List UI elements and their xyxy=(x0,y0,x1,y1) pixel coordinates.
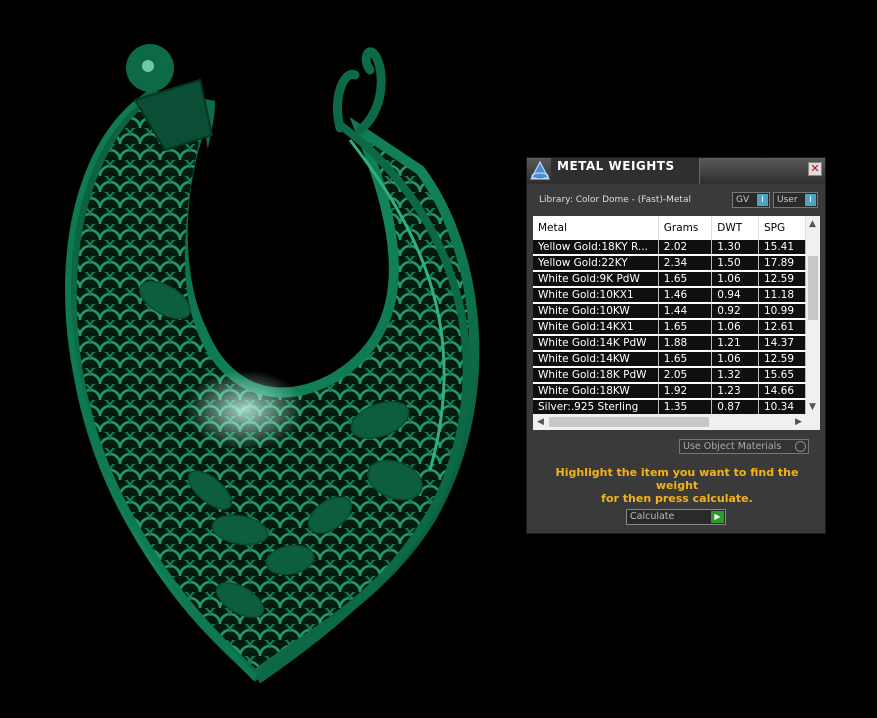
panel-title: METAL WEIGHTS xyxy=(557,159,675,173)
panel-titlebar[interactable]: METAL WEIGHTS ✕ xyxy=(527,158,825,184)
use-object-materials-label: Use Object Materials xyxy=(683,441,782,452)
cell-grams: 1.65 xyxy=(658,271,713,288)
cell-metal: White Gold:10KW xyxy=(533,303,659,320)
cell-metal: White Gold:10KX1 xyxy=(533,287,659,304)
cell-dwt: 1.32 xyxy=(711,367,759,384)
cell-metal: White Gold:18K PdW xyxy=(533,367,659,384)
cell-dwt: 0.94 xyxy=(711,287,759,304)
app-logo-icon xyxy=(529,160,551,182)
cell-dwt: 0.87 xyxy=(711,399,759,414)
table-row[interactable]: White Gold:14K PdW 1.88 1.21 14.37 xyxy=(533,335,806,352)
cell-spg: 14.66 xyxy=(758,383,806,400)
cell-grams: 1.35 xyxy=(658,399,713,414)
cell-metal: Yellow Gold:22KY xyxy=(533,255,659,272)
instruction-line-2: for then press calculate. xyxy=(601,492,753,505)
column-header-grams[interactable]: Grams xyxy=(658,216,713,240)
cell-spg: 12.59 xyxy=(758,271,806,288)
cell-dwt: 1.23 xyxy=(711,383,759,400)
user-toggle-label: User xyxy=(777,195,798,205)
table-row[interactable]: White Gold:14KW 1.65 1.06 12.59 xyxy=(533,351,806,368)
cell-metal: White Gold:18KW xyxy=(533,383,659,400)
user-toggle[interactable]: User I xyxy=(773,192,818,208)
cell-dwt: 1.50 xyxy=(711,255,759,272)
gv-toggle-label: GV xyxy=(736,195,750,205)
vertical-scroll-thumb[interactable] xyxy=(808,256,818,320)
cell-grams: 2.05 xyxy=(658,367,713,384)
metal-table-viewport[interactable]: Metal Grams DWT SPG Yellow Gold:18KY R..… xyxy=(533,216,806,414)
column-header-metal[interactable]: Metal xyxy=(533,216,659,240)
table-row[interactable]: White Gold:9K PdW 1.65 1.06 12.59 xyxy=(533,271,806,288)
cell-grams: 1.46 xyxy=(658,287,713,304)
play-icon: ▶ xyxy=(711,511,724,523)
instruction-text: Highlight the item you want to find the … xyxy=(537,466,817,505)
cell-dwt: 0.92 xyxy=(711,303,759,320)
table-row[interactable]: White Gold:18KW 1.92 1.23 14.66 xyxy=(533,383,806,400)
cell-spg: 10.34 xyxy=(758,399,806,414)
cell-grams: 1.65 xyxy=(658,351,713,368)
cell-grams: 1.88 xyxy=(658,335,713,352)
user-toggle-knob: I xyxy=(805,194,816,206)
table-row[interactable]: White Gold:10KX1 1.46 0.94 11.18 xyxy=(533,287,806,304)
scroll-down-icon[interactable]: ▼ xyxy=(809,402,816,412)
cell-spg: 12.59 xyxy=(758,351,806,368)
metal-table: Metal Grams DWT SPG Yellow Gold:18KY R..… xyxy=(533,216,806,414)
table-header-row: Metal Grams DWT SPG xyxy=(533,216,806,240)
cell-grams: 1.65 xyxy=(658,319,713,336)
table-row[interactable]: White Gold:10KW 1.44 0.92 10.99 xyxy=(533,303,806,320)
radio-circle-icon xyxy=(795,441,806,452)
table-row[interactable]: White Gold:18K PdW 2.05 1.32 15.65 xyxy=(533,367,806,384)
metal-table-container: Metal Grams DWT SPG Yellow Gold:18KY R..… xyxy=(533,216,820,430)
table-row[interactable]: White Gold:14KX1 1.65 1.06 12.61 xyxy=(533,319,806,336)
calculate-button[interactable]: Calculate ▶ xyxy=(626,509,726,525)
column-header-dwt[interactable]: DWT xyxy=(711,216,759,240)
library-label: Library: Color Dome - (Fast)-Metal xyxy=(539,195,691,205)
table-row[interactable]: Yellow Gold:18KY R... 2.02 1.30 15.41 xyxy=(533,240,806,256)
cell-dwt: 1.21 xyxy=(711,335,759,352)
cell-metal: White Gold:14K PdW xyxy=(533,335,659,352)
cell-spg: 15.41 xyxy=(758,240,806,256)
cell-dwt: 1.06 xyxy=(711,319,759,336)
cell-spg: 10.99 xyxy=(758,303,806,320)
scroll-right-icon[interactable]: ▶ xyxy=(795,417,802,427)
cell-grams: 2.34 xyxy=(658,255,713,272)
use-object-materials-toggle[interactable]: Use Object Materials xyxy=(679,439,809,454)
gv-toggle-knob: I xyxy=(757,194,768,206)
cell-metal: Silver:.925 Sterling xyxy=(533,399,659,414)
cell-grams: 2.02 xyxy=(658,240,713,256)
close-button[interactable]: ✕ xyxy=(808,162,822,176)
gv-toggle[interactable]: GV I xyxy=(732,192,770,208)
metal-weights-panel: METAL WEIGHTS ✕ Library: Color Dome - (F… xyxy=(526,157,826,534)
calculate-label: Calculate xyxy=(630,511,675,522)
scroll-left-icon[interactable]: ◀ xyxy=(537,417,544,427)
cell-dwt: 1.06 xyxy=(711,351,759,368)
instruction-line-1: Highlight the item you want to find the … xyxy=(555,466,799,492)
cell-dwt: 1.06 xyxy=(711,271,759,288)
table-row[interactable]: Silver:.925 Sterling 1.35 0.87 10.34 xyxy=(533,399,806,414)
cell-metal: White Gold:9K PdW xyxy=(533,271,659,288)
cell-metal: Yellow Gold:18KY R... xyxy=(533,240,659,256)
cell-grams: 1.44 xyxy=(658,303,713,320)
cell-metal: White Gold:14KX1 xyxy=(533,319,659,336)
cell-spg: 12.61 xyxy=(758,319,806,336)
cell-dwt: 1.30 xyxy=(711,240,759,256)
cell-grams: 1.92 xyxy=(658,383,713,400)
scroll-up-icon[interactable]: ▲ xyxy=(809,219,816,229)
cell-metal: White Gold:14KW xyxy=(533,351,659,368)
horizontal-scroll-thumb[interactable] xyxy=(549,417,709,427)
cell-spg: 15.65 xyxy=(758,367,806,384)
column-header-spg[interactable]: SPG xyxy=(758,216,806,240)
cell-spg: 14.37 xyxy=(758,335,806,352)
table-row[interactable]: Yellow Gold:22KY 2.34 1.50 17.89 xyxy=(533,255,806,272)
cell-spg: 17.89 xyxy=(758,255,806,272)
horizontal-scrollbar[interactable]: ◀ ▶ xyxy=(533,414,820,430)
vertical-scrollbar[interactable]: ▲ ▼ xyxy=(806,216,820,414)
cell-spg: 11.18 xyxy=(758,287,806,304)
